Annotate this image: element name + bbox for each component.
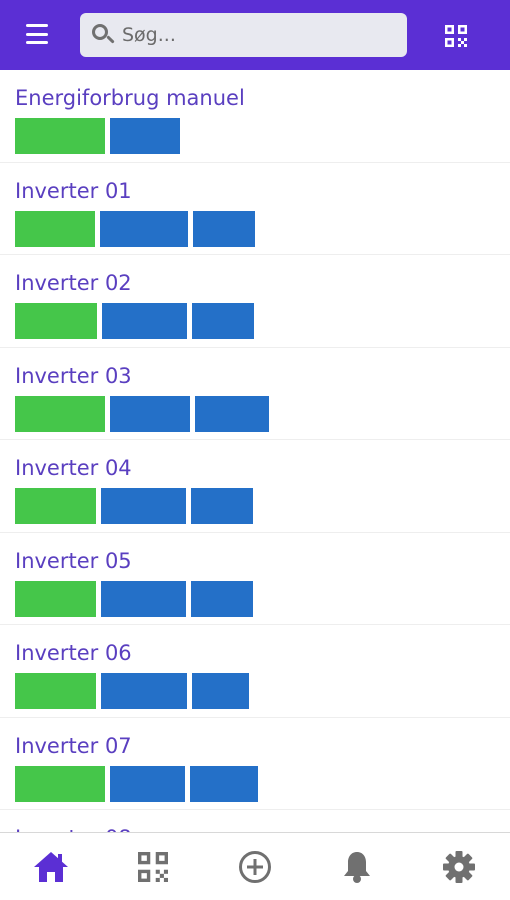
blue-status-tag <box>191 580 253 617</box>
list-item[interactable]: Inverter 06 <box>0 625 510 718</box>
item-title: Inverter 08 <box>15 824 495 832</box>
green-status-tag <box>15 580 96 617</box>
qr-code-icon[interactable] <box>445 25 467 47</box>
item-title: Energiforbrug manuel <box>15 86 245 110</box>
list-item[interactable]: Inverter 03 <box>0 348 510 440</box>
bottom-navigation <box>0 832 510 900</box>
status-tags <box>15 673 495 709</box>
search-input[interactable] <box>122 13 407 57</box>
blue-status-tag <box>101 673 187 709</box>
item-title: Inverter 07 <box>15 733 132 758</box>
blue-status-tag <box>192 303 254 339</box>
blue-status-tag <box>193 210 255 247</box>
status-tags <box>15 580 495 617</box>
list-item[interactable]: Inverter 01 <box>0 163 510 255</box>
qr-code-icon <box>138 851 168 882</box>
search-box[interactable] <box>80 13 407 57</box>
nav-notifications-button[interactable] <box>327 837 387 897</box>
status-tags <box>15 210 495 247</box>
device-list: Energiforbrug manuel Inverter 01 Inverter … <box>0 70 510 832</box>
bell-icon <box>344 851 370 883</box>
item-title: Inverter 06 <box>15 641 132 665</box>
blue-status-tag <box>101 488 186 524</box>
item-title: Inverter 05 <box>15 548 132 573</box>
item-title: Inverter 03 <box>15 363 132 388</box>
blue-status-tag <box>100 210 188 247</box>
blue-status-tag <box>110 118 180 154</box>
hamburger-icon <box>26 24 48 27</box>
status-tags <box>15 765 495 802</box>
gear-icon <box>443 850 475 883</box>
green-status-tag <box>15 395 105 432</box>
nav-home-button[interactable] <box>21 837 81 897</box>
list-item[interactable]: Inverter 08 <box>0 810 510 832</box>
menu-button[interactable] <box>26 24 48 44</box>
green-status-tag <box>15 673 96 709</box>
search-icon <box>88 13 122 57</box>
green-status-tag <box>15 118 105 154</box>
green-status-tag <box>15 488 96 524</box>
item-title: Inverter 04 <box>15 456 132 480</box>
status-tags <box>15 488 495 524</box>
list-item[interactable]: Energiforbrug manuel <box>0 70 510 163</box>
blue-status-tag <box>101 580 186 617</box>
blue-status-tag <box>192 673 249 709</box>
green-status-tag <box>15 765 105 802</box>
list-item[interactable]: Inverter 02 <box>0 255 510 348</box>
list-item[interactable]: Inverter 04 <box>0 440 510 533</box>
green-status-tag <box>15 210 95 247</box>
blue-status-tag <box>102 303 187 339</box>
home-icon <box>34 851 68 882</box>
blue-status-tag <box>191 488 253 524</box>
blue-status-tag <box>190 765 258 802</box>
status-tags <box>15 118 495 154</box>
top-app-bar <box>0 0 510 70</box>
status-tags <box>15 395 495 432</box>
blue-status-tag <box>195 395 269 432</box>
nav-settings-button[interactable] <box>429 837 489 897</box>
status-tags <box>15 303 495 339</box>
item-title: Inverter 01 <box>15 178 132 203</box>
list-item[interactable]: Inverter 05 <box>0 533 510 625</box>
green-status-tag <box>15 303 97 339</box>
nav-qr-button[interactable] <box>123 837 183 897</box>
list-item[interactable]: Inverter 07 <box>0 718 510 810</box>
nav-add-button[interactable] <box>225 837 285 897</box>
item-title: Inverter 02 <box>15 271 132 295</box>
add-circle-icon <box>239 850 271 883</box>
blue-status-tag <box>110 765 185 802</box>
blue-status-tag <box>110 395 190 432</box>
